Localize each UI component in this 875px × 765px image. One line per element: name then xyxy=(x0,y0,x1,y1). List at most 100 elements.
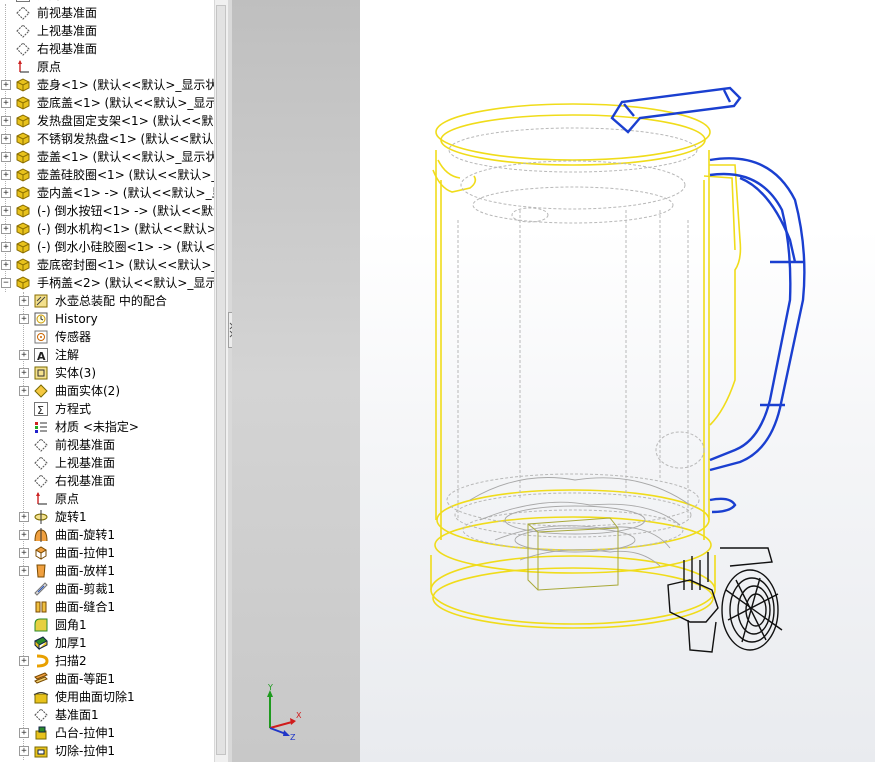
tree-item-label: 方程式 xyxy=(55,402,92,416)
tree-item-label: 壶盖硅胶圈<1> (默认<<默认>_显 xyxy=(37,168,214,182)
tree-item-feature-7[interactable]: 材质 <未指定> xyxy=(0,418,214,436)
tree-item-component-6[interactable]: + 壶内盖<1> -> (默认<<默认>_显 xyxy=(0,184,214,202)
expand-toggle-icon[interactable]: + xyxy=(19,728,29,738)
tree-item-feature-1[interactable]: + History xyxy=(0,310,214,328)
tree-item-component-0[interactable]: + 壶身<1> (默认<<默认>_显示状态 xyxy=(0,76,214,94)
tree-item-feature-14[interactable]: + 曲面-拉伸1 xyxy=(0,544,214,562)
expand-toggle-icon[interactable]: + xyxy=(19,314,29,324)
tree-scrollbar-thumb[interactable] xyxy=(216,5,226,755)
tree-item-component-2[interactable]: + 发热盘固定支架<1> (默认<<默认 xyxy=(0,112,214,130)
tree-item-feature-0[interactable]: + 水壶总装配 中的配合 xyxy=(0,292,214,310)
tree-item-top-2[interactable]: 上视基准面 xyxy=(0,22,214,40)
tree-item-feature-17[interactable]: 曲面-缝合1 xyxy=(0,598,214,616)
boss-extrude-icon xyxy=(33,725,49,741)
tree-item-feature-16[interactable]: 曲面-剪裁1 xyxy=(0,580,214,598)
view-orientation-triad: Y X Z xyxy=(258,683,306,742)
tree-item-feature-8[interactable]: 前视基准面 xyxy=(0,436,214,454)
expand-toggle-icon[interactable]: + xyxy=(1,188,11,198)
expand-toggle-icon[interactable]: + xyxy=(19,512,29,522)
component-icon xyxy=(15,95,31,111)
tree-item-feature-13[interactable]: + 曲面-旋转1 xyxy=(0,526,214,544)
tree-item-top-3[interactable]: 右视基准面 xyxy=(0,40,214,58)
tree-item-feature-24[interactable]: + 凸台-拉伸1 xyxy=(0,724,214,742)
graphics-viewport[interactable] xyxy=(360,0,875,762)
tree-item-feature-4[interactable]: + 实体(3) xyxy=(0,364,214,382)
tree-item-feature-3[interactable]: + A 注解 xyxy=(0,346,214,364)
expand-toggle-icon[interactable]: + xyxy=(19,350,29,360)
tree-item-feature-18[interactable]: 圆角1 xyxy=(0,616,214,634)
surface-cut-icon xyxy=(33,689,49,705)
surface-loft-icon xyxy=(33,563,49,579)
expand-toggle-icon[interactable]: − xyxy=(1,278,11,288)
component-icon xyxy=(15,149,31,165)
tree-item-component-10[interactable]: + 壶底密封圈<1> (默认<<默认>_显 xyxy=(0,256,214,274)
tree-item-feature-22[interactable]: 使用曲面切除1 xyxy=(0,688,214,706)
feature-manager-tree: A注解前视基准面上视基准面右视基准面原点+壶身<1> (默认<<默认>_显示状态… xyxy=(0,0,214,762)
origin-icon xyxy=(15,59,31,75)
tree-item-feature-15[interactable]: + 曲面-放样1 xyxy=(0,562,214,580)
tree-item-label: 使用曲面切除1 xyxy=(55,690,135,704)
tree-item-component-8[interactable]: + (-) 倒水机构<1> (默认<<默认>_ xyxy=(0,220,214,238)
tree-item-label: 扫描2 xyxy=(55,654,87,668)
tree-item-feature-25[interactable]: + 切除-拉伸1 xyxy=(0,742,214,760)
tree-item-top-4[interactable]: 原点 xyxy=(0,58,214,76)
expand-toggle-icon[interactable]: + xyxy=(1,152,11,162)
tree-item-component-7[interactable]: + (-) 倒水按钮<1> -> (默认<<默认 xyxy=(0,202,214,220)
expand-toggle-icon[interactable]: + xyxy=(1,242,11,252)
tree-item-component-1[interactable]: + 壶底盖<1> (默认<<默认>_显示状 xyxy=(0,94,214,112)
tree-item-component-5[interactable]: + 壶盖硅胶圈<1> (默认<<默认>_显 xyxy=(0,166,214,184)
expand-toggle-icon[interactable]: + xyxy=(1,134,11,144)
tree-item-feature-20[interactable]: + 扫描2 xyxy=(0,652,214,670)
expand-toggle-icon[interactable]: + xyxy=(19,566,29,576)
tree-item-component-4[interactable]: + 壶盖<1> (默认<<默认>_显示状态 xyxy=(0,148,214,166)
tree-item-feature-2[interactable]: 传感器 xyxy=(0,328,214,346)
expand-toggle-icon[interactable]: + xyxy=(19,656,29,666)
thicken-icon xyxy=(33,635,49,651)
tree-item-label: 实体(3) xyxy=(55,366,96,380)
expand-toggle-icon[interactable]: + xyxy=(19,386,29,396)
solid-bodies-icon xyxy=(33,365,49,381)
tree-item-component-3[interactable]: + 不锈钢发热盘<1> (默认<<默认> xyxy=(0,130,214,148)
tree-item-component-9[interactable]: + (-) 倒水小硅胶圈<1> -> (默认<< xyxy=(0,238,214,256)
tree-item-feature-5[interactable]: + 曲面实体(2) xyxy=(0,382,214,400)
expand-toggle-icon[interactable]: + xyxy=(19,368,29,378)
viewport-side-gray-area xyxy=(232,0,360,762)
kettle-model-wireframe[interactable] xyxy=(360,0,875,762)
expand-toggle-icon[interactable]: + xyxy=(19,548,29,558)
tree-item-label: 曲面-剪裁1 xyxy=(55,582,115,596)
expand-toggle-icon[interactable]: + xyxy=(1,224,11,234)
expand-toggle-icon[interactable]: + xyxy=(19,746,29,756)
material-icon xyxy=(33,419,49,435)
expand-toggle-icon[interactable]: + xyxy=(1,170,11,180)
tree-item-feature-10[interactable]: 右视基准面 xyxy=(0,472,214,490)
tree-item-label: 加厚1 xyxy=(55,636,87,650)
tree-item-label: 圆角1 xyxy=(55,618,87,632)
expand-toggle-icon[interactable]: + xyxy=(1,116,11,126)
tree-item-label: 前视基准面 xyxy=(37,6,98,20)
tree-item-feature-9[interactable]: 上视基准面 xyxy=(0,454,214,472)
tree-item-top-1[interactable]: 前视基准面 xyxy=(0,4,214,22)
component-icon xyxy=(15,239,31,255)
tree-item-feature-23[interactable]: 基准面1 xyxy=(0,706,214,724)
tree-item-feature-12[interactable]: + 旋转1 xyxy=(0,508,214,526)
tree-item-label: 壶盖<1> (默认<<默认>_显示状态 xyxy=(37,150,214,164)
fillet-icon xyxy=(33,617,49,633)
plane-icon xyxy=(15,5,31,21)
tree-item-feature-11[interactable]: 原点 xyxy=(0,490,214,508)
expand-toggle-icon[interactable]: + xyxy=(1,98,11,108)
tree-item-feature-21[interactable]: 曲面-等距1 xyxy=(0,670,214,688)
expand-toggle-icon[interactable]: + xyxy=(1,80,11,90)
expand-toggle-icon[interactable]: + xyxy=(1,260,11,270)
tree-item-label: 基准面1 xyxy=(55,708,99,722)
tree-item-feature-19[interactable]: 加厚1 xyxy=(0,634,214,652)
x-axis-line xyxy=(269,721,293,729)
tree-item-label: 曲面-放样1 xyxy=(55,564,115,578)
expand-toggle-icon[interactable]: + xyxy=(19,530,29,540)
expand-toggle-icon[interactable]: + xyxy=(1,206,11,216)
tree-item-label: 上视基准面 xyxy=(37,24,98,38)
expand-toggle-icon[interactable]: + xyxy=(19,296,29,306)
surface-offset-icon xyxy=(33,671,49,687)
tree-item-feature-6[interactable]: Σ 方程式 xyxy=(0,400,214,418)
tree-item-component-11[interactable]: − 手柄盖<2> (默认<<默认>_显示状 xyxy=(0,274,214,292)
svg-text:Σ: Σ xyxy=(37,404,44,417)
